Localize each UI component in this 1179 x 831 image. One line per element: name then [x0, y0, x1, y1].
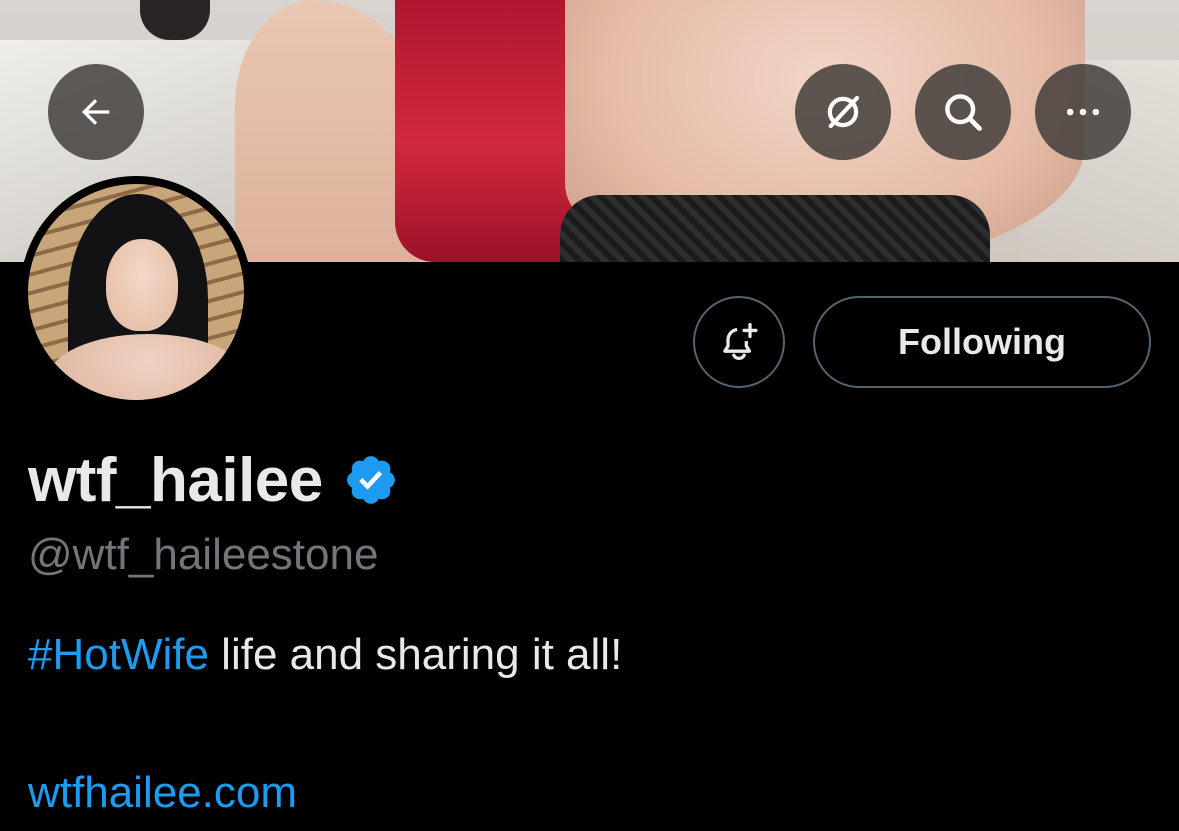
grok-icon	[827, 95, 860, 129]
search-icon	[945, 94, 982, 131]
bell-plus-icon	[723, 322, 758, 360]
notifications-button[interactable]	[693, 296, 785, 388]
website-link[interactable]: wtfhailee.com	[28, 768, 297, 818]
grok-button[interactable]	[795, 64, 891, 160]
search-button[interactable]	[915, 64, 1011, 160]
display-name: wtf_hailee	[28, 445, 323, 515]
banner-hair	[140, 0, 210, 40]
following-label: Following	[898, 321, 1066, 362]
arrow-left-icon	[82, 99, 110, 125]
display-name-row: wtf_hailee	[28, 440, 399, 520]
bio-text: life and sharing it all!	[208, 630, 623, 679]
bio-hashtag-link[interactable]: #HotWife	[28, 630, 209, 679]
banner-lace	[560, 195, 990, 262]
more-horizontal-icon	[1066, 108, 1100, 116]
more-button[interactable]	[1035, 64, 1131, 160]
profile-bio: #HotWife life and sharing it all!	[28, 630, 622, 680]
profile-handle: @wtf_haileestone	[28, 530, 379, 579]
avatar[interactable]	[28, 184, 244, 400]
avatar-border	[20, 176, 252, 408]
following-button[interactable]: Following	[813, 296, 1151, 388]
verified-badge-icon[interactable]	[343, 452, 399, 508]
back-button[interactable]	[48, 64, 144, 160]
avatar-face	[106, 239, 178, 331]
profile-page: Following wtf_hailee @wtf_haileestone #H…	[0, 0, 1179, 831]
